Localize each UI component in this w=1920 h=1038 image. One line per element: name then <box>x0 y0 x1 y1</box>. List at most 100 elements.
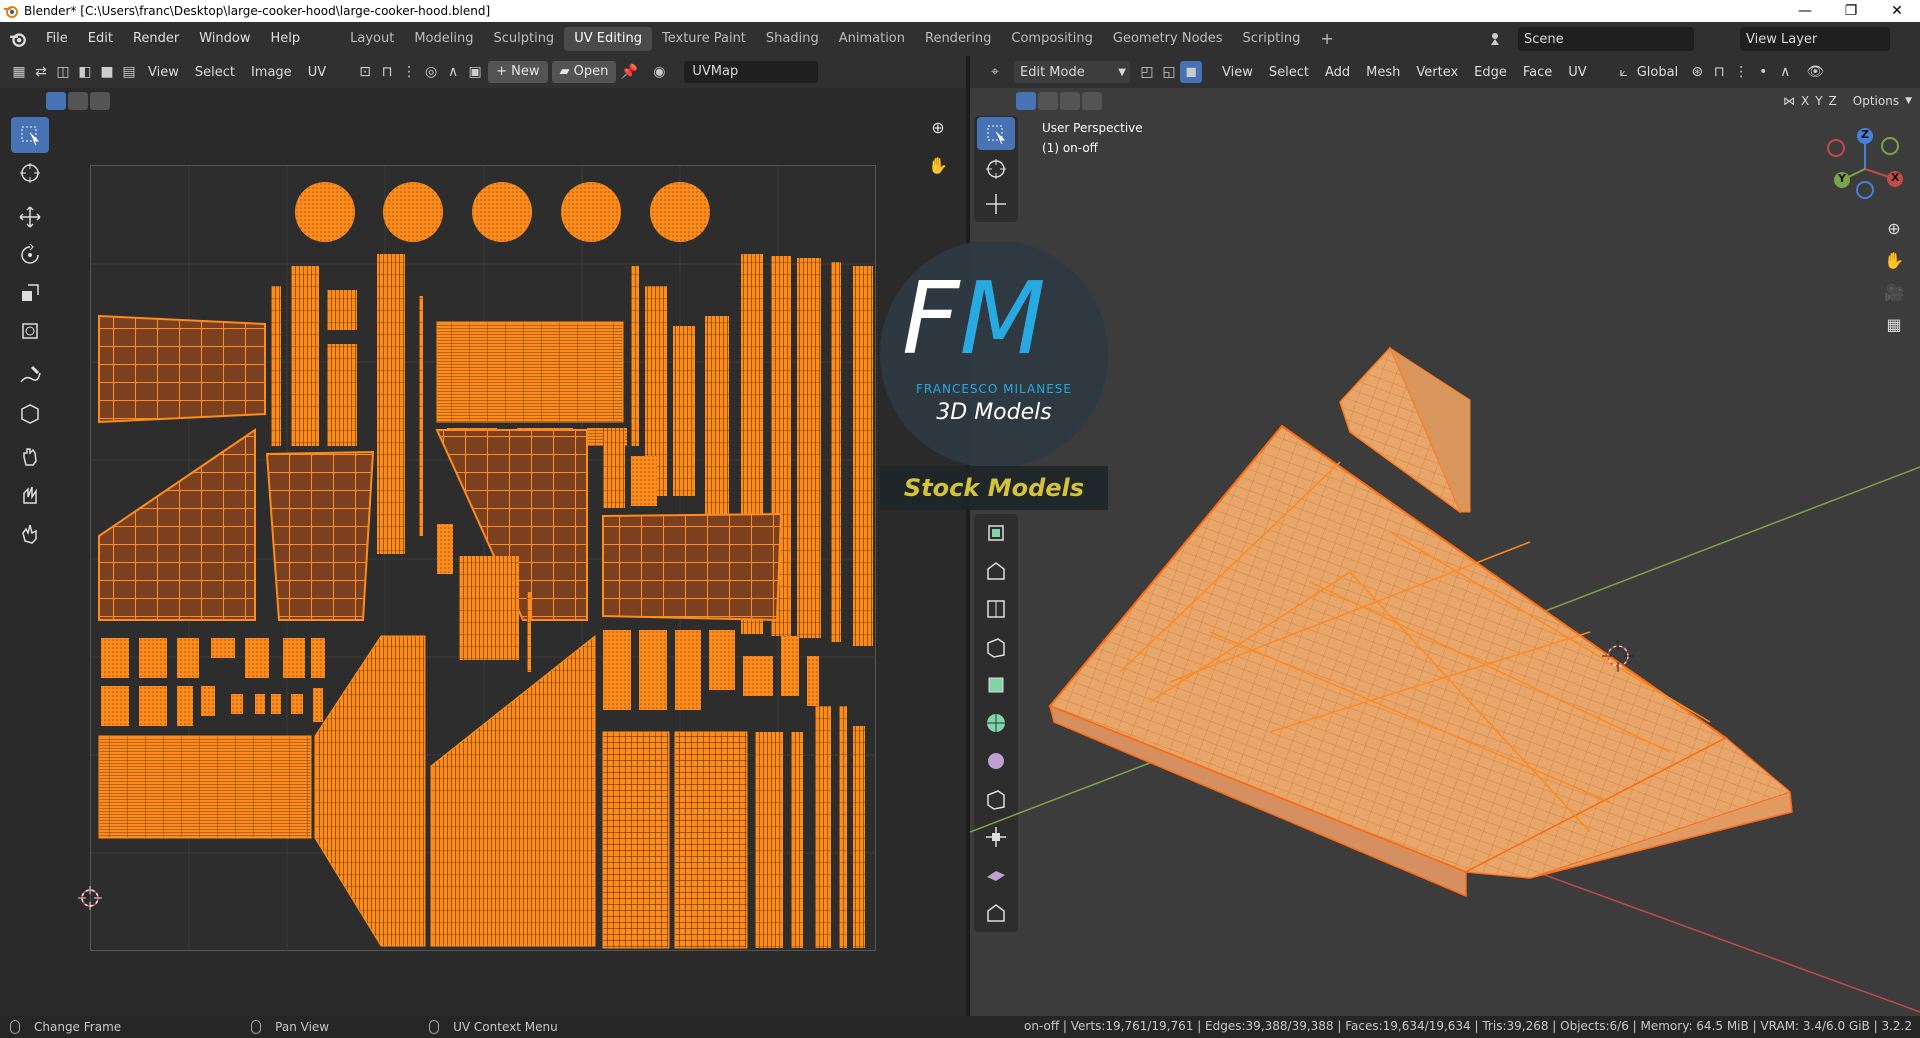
tab-layout[interactable]: Layout <box>340 27 404 51</box>
sync-selection-icon[interactable]: ⇄ <box>30 61 52 83</box>
axis-z-toggle[interactable]: Z <box>1829 94 1837 108</box>
transform-orientation-icon[interactable]: ⟀ <box>1613 61 1635 83</box>
menu-render[interactable]: Render <box>123 22 189 56</box>
relax-tool[interactable] <box>11 477 49 513</box>
viewport-header: ⌖ Edit Mode ▼ ◰ ◱ ◼ View Select Add Mesh… <box>970 56 1920 88</box>
vp-menu-mesh[interactable]: Mesh <box>1358 65 1408 80</box>
open-image-button[interactable]: ▰ Open <box>551 61 617 83</box>
menu-file[interactable]: File <box>36 22 78 56</box>
proportional-icon[interactable]: ◎ <box>420 61 442 83</box>
select-mode-new-icon[interactable] <box>46 92 66 110</box>
vp-zoom-icon[interactable]: ⊕ <box>1880 214 1908 242</box>
select-mode-extend-icon[interactable] <box>68 92 88 110</box>
tab-rendering[interactable]: Rendering <box>915 27 1001 51</box>
uvmap-field[interactable]: UVMap <box>684 61 819 83</box>
select-mode-subtract-icon[interactable] <box>90 92 110 110</box>
tab-uv-editing[interactable]: UV Editing <box>564 27 653 51</box>
vp-falloff-icon[interactable]: ∧ <box>1774 61 1796 83</box>
close-button[interactable]: ✕ <box>1874 0 1920 22</box>
face-mode-icon[interactable]: ◼ <box>1180 61 1202 83</box>
annotate-tool[interactable] <box>11 357 49 393</box>
menu-window[interactable]: Window <box>189 22 260 56</box>
vp-menu-view[interactable]: View <box>1214 65 1261 80</box>
mirror-icon[interactable]: ⋈ <box>1783 94 1795 108</box>
camera-icon[interactable]: 🎥 <box>1880 278 1908 306</box>
scale-tool[interactable] <box>11 275 49 311</box>
vp-pan-hand-icon[interactable]: ✋ <box>1880 246 1908 274</box>
viewport-editor-type-icon[interactable]: ⌖ <box>984 61 1006 83</box>
select-box-tool[interactable] <box>11 117 49 153</box>
tab-scripting[interactable]: Scripting <box>1233 27 1311 51</box>
edge-select-icon[interactable]: ◧ <box>74 61 96 83</box>
snap-target-icon[interactable]: ⋮ <box>398 61 420 83</box>
move-tool[interactable] <box>11 199 49 235</box>
tab-geometry-nodes[interactable]: Geometry Nodes <box>1103 27 1233 51</box>
vp-select-invert-icon[interactable] <box>1082 92 1102 110</box>
logo-m: M <box>959 260 1046 377</box>
vp-menu-uv[interactable]: UV <box>1560 65 1594 80</box>
uv-canvas[interactable] <box>90 165 877 952</box>
uv-cursor-icon[interactable] <box>78 886 102 910</box>
vp-menu-add[interactable]: Add <box>1317 65 1358 80</box>
vp-snap-icon[interactable]: ⊓ <box>1708 61 1730 83</box>
rip-tool[interactable] <box>11 395 49 431</box>
vp-select-extend-icon[interactable] <box>1038 92 1058 110</box>
pan-hand-icon[interactable]: ✋ <box>926 156 950 180</box>
pivot-icon[interactable]: ⊡ <box>354 61 376 83</box>
falloff-icon[interactable]: ∧ <box>442 61 464 83</box>
uv-menu-select[interactable]: Select <box>187 65 243 80</box>
vp-snap-target-icon[interactable]: ⋮ <box>1730 61 1752 83</box>
tab-animation[interactable]: Animation <box>829 27 915 51</box>
uv-menu-view[interactable]: View <box>140 65 187 80</box>
options-dropdown[interactable]: Options <box>1853 94 1899 108</box>
navigation-gizmo[interactable]: Z X Y <box>1820 124 1910 214</box>
zoom-icon[interactable]: ⊕ <box>926 118 950 142</box>
ortho-grid-icon[interactable]: ▦ <box>1880 310 1908 338</box>
cursor-tool[interactable] <box>11 155 49 191</box>
mode-selector[interactable]: Edit Mode ▼ <box>1014 61 1130 83</box>
maximize-button[interactable]: ❐ <box>1828 0 1874 22</box>
scene-icon[interactable] <box>1488 30 1512 48</box>
add-workspace-button[interactable]: + <box>1310 27 1343 51</box>
pin-icon[interactable]: 📌 <box>618 61 640 83</box>
overlay-icon[interactable]: ◉ <box>648 61 670 83</box>
tab-sculpting[interactable]: Sculpting <box>483 27 564 51</box>
vp-select-subtract-icon[interactable] <box>1060 92 1080 110</box>
vp-menu-edge[interactable]: Edge <box>1466 65 1515 80</box>
blender-menu-icon[interactable] <box>0 30 36 48</box>
tab-compositing[interactable]: Compositing <box>1001 27 1103 51</box>
vp-menu-vertex[interactable]: Vertex <box>1408 65 1466 80</box>
menu-help[interactable]: Help <box>261 22 311 56</box>
vp-menu-select[interactable]: Select <box>1261 65 1317 80</box>
face-select-icon[interactable]: ■ <box>96 61 118 83</box>
uv-menu-uv[interactable]: UV <box>300 65 334 80</box>
uv-menu-image[interactable]: Image <box>243 65 300 80</box>
editor-type-icon[interactable]: ▦ <box>8 61 30 83</box>
view-layer-selector[interactable]: View Layer <box>1740 27 1890 51</box>
vertex-mode-icon[interactable]: ◰ <box>1136 61 1158 83</box>
grab-tool[interactable] <box>11 439 49 475</box>
tab-texture-paint[interactable]: Texture Paint <box>652 27 756 51</box>
rotate-tool[interactable] <box>11 237 49 273</box>
vp-proportional-icon[interactable]: • <box>1752 61 1774 83</box>
axis-y-toggle[interactable]: Y <box>1815 94 1822 108</box>
vp-menu-face[interactable]: Face <box>1515 65 1560 80</box>
edge-mode-icon[interactable]: ◱ <box>1158 61 1180 83</box>
transform-tool[interactable] <box>11 313 49 349</box>
new-image-button[interactable]: + New <box>488 61 548 83</box>
minimize-button[interactable]: — <box>1782 0 1828 22</box>
pinch-tool[interactable] <box>11 515 49 551</box>
visibility-icon[interactable]: 👁 <box>1804 61 1826 83</box>
tab-modeling[interactable]: Modeling <box>404 27 483 51</box>
image-browse-icon[interactable]: ▣ <box>464 61 486 83</box>
vertex-select-icon[interactable]: ◫ <box>52 61 74 83</box>
sticky-select-icon[interactable]: ▤ <box>118 61 140 83</box>
pivot-point-icon[interactable]: ⊛ <box>1686 61 1708 83</box>
tab-shading[interactable]: Shading <box>756 27 829 51</box>
scene-selector[interactable]: Scene <box>1518 27 1694 51</box>
snap-icon[interactable]: ⊓ <box>376 61 398 83</box>
menu-edit[interactable]: Edit <box>78 22 123 56</box>
transform-orientation[interactable]: Global <box>1635 65 1686 80</box>
axis-x-toggle[interactable]: X <box>1801 94 1809 108</box>
vp-select-new-icon[interactable] <box>1016 92 1036 110</box>
